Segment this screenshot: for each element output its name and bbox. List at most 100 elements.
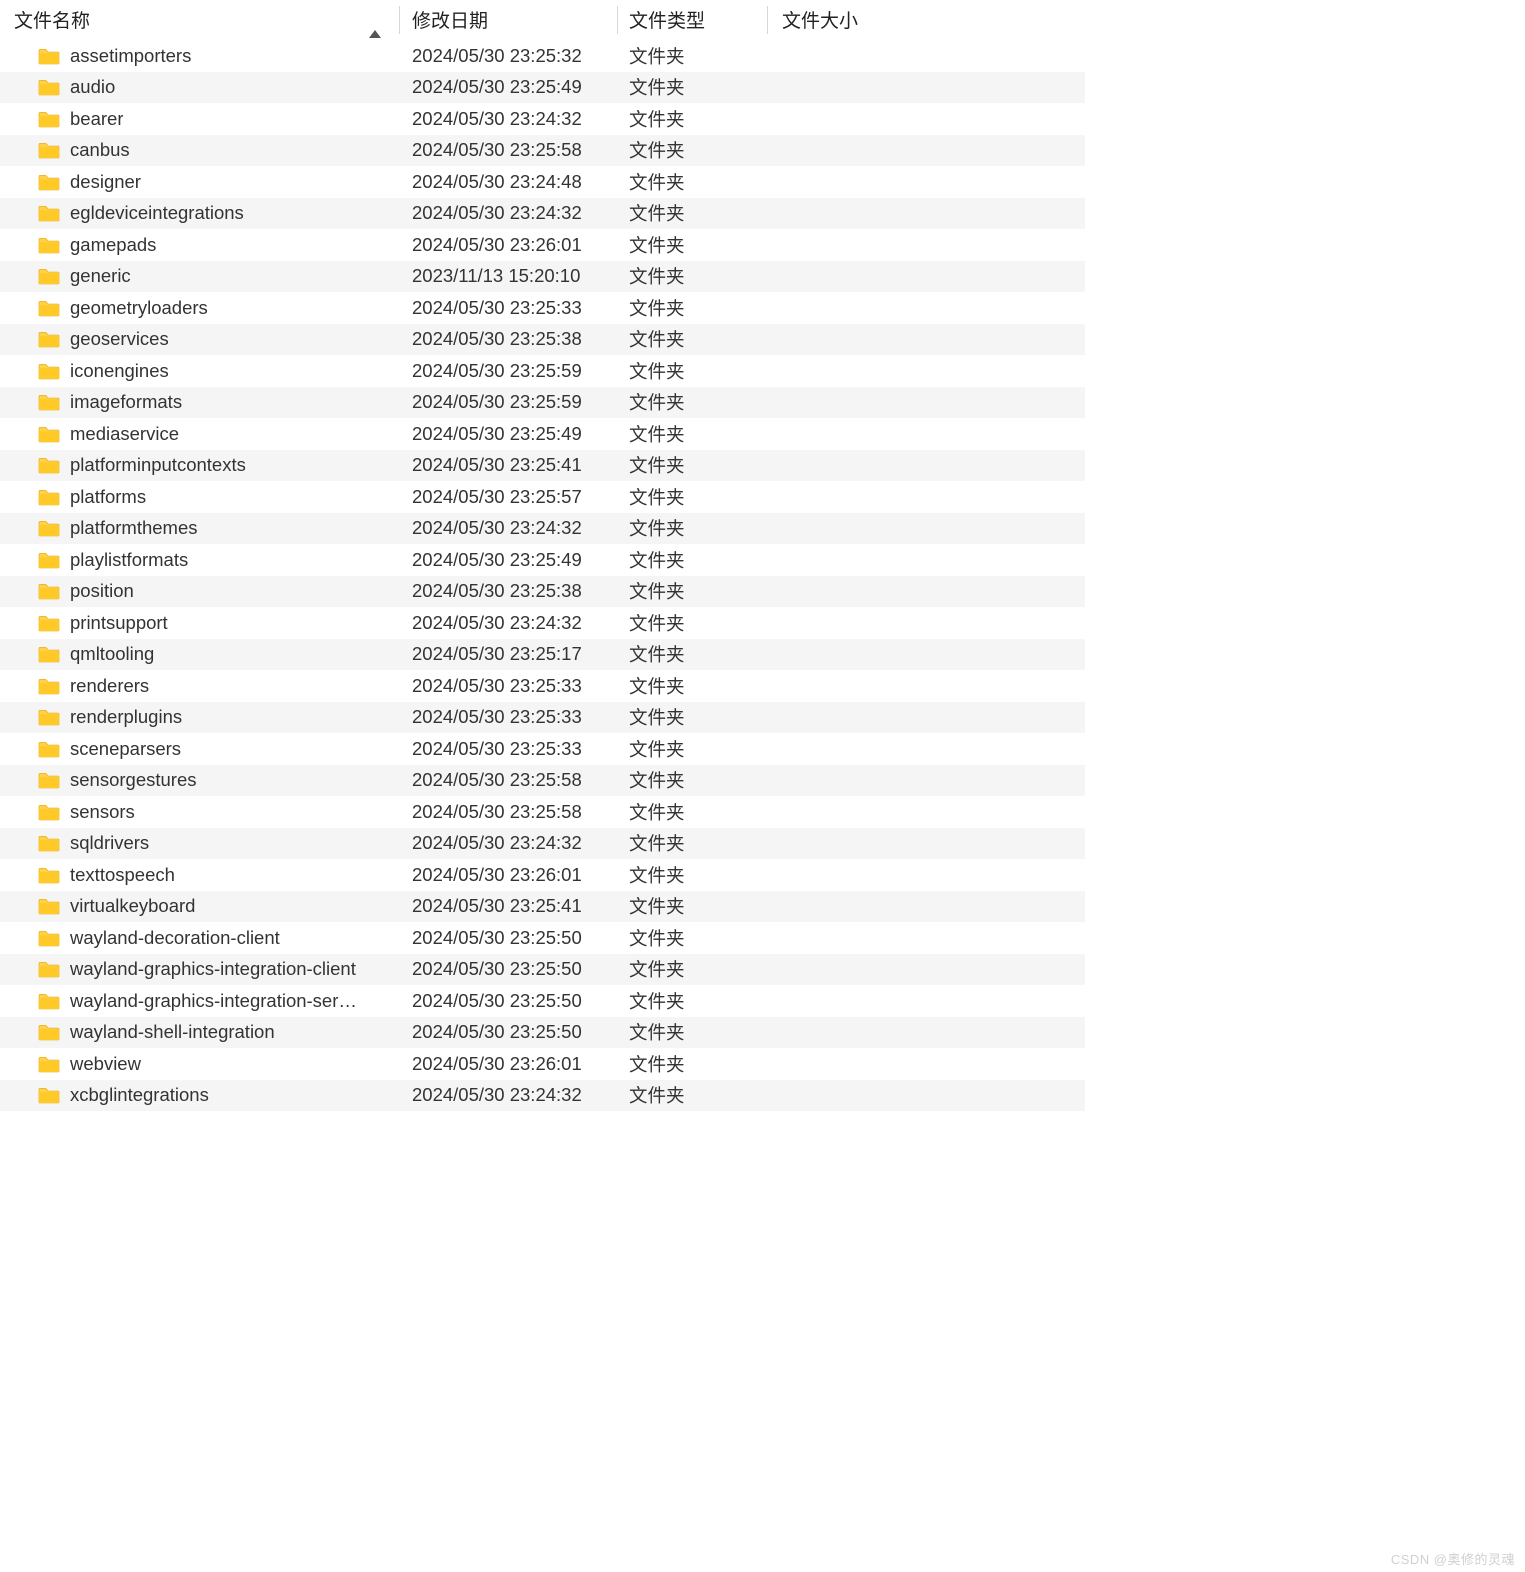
folder-icon	[38, 456, 60, 474]
table-row[interactable]: texttospeech 2024/05/30 23:26:01 文件夹	[0, 859, 1085, 891]
table-row[interactable]: sceneparsers 2024/05/30 23:25:33 文件夹	[0, 733, 1085, 765]
column-header-name[interactable]: 文件名称	[0, 6, 400, 34]
table-row[interactable]: assetimporters 2024/05/30 23:25:32 文件夹	[0, 40, 1085, 72]
cell-name: geometryloaders	[38, 297, 400, 319]
folder-icon	[38, 771, 60, 789]
table-row[interactable]: wayland-graphics-integration-ser… 2024/0…	[0, 985, 1085, 1017]
cell-name: wayland-decoration-client	[38, 927, 400, 949]
folder-icon	[38, 677, 60, 695]
table-row[interactable]: egldeviceintegrations 2024/05/30 23:24:3…	[0, 198, 1085, 230]
cell-name: egldeviceintegrations	[38, 202, 400, 224]
watermark: CSDN @奥修的灵魂	[1391, 1549, 1515, 1568]
file-name: sensors	[70, 801, 135, 823]
table-row[interactable]: webview 2024/05/30 23:26:01 文件夹	[0, 1048, 1085, 1080]
table-row[interactable]: geometryloaders 2024/05/30 23:25:33 文件夹	[0, 292, 1085, 324]
cell-date: 2023/11/13 15:20:10	[400, 265, 618, 287]
table-row[interactable]: position 2024/05/30 23:25:38 文件夹	[0, 576, 1085, 608]
table-row[interactable]: sensorgestures 2024/05/30 23:25:58 文件夹	[0, 765, 1085, 797]
file-name: platforminputcontexts	[70, 454, 246, 476]
cell-date: 2024/05/30 23:24:32	[400, 202, 618, 224]
cell-type: 文件夹	[618, 74, 768, 100]
table-row[interactable]: virtualkeyboard 2024/05/30 23:25:41 文件夹	[0, 891, 1085, 923]
cell-type: 文件夹	[618, 704, 768, 730]
folder-icon	[38, 425, 60, 443]
table-row[interactable]: sensors 2024/05/30 23:25:58 文件夹	[0, 796, 1085, 828]
file-name: webview	[70, 1053, 141, 1075]
cell-name: printsupport	[38, 612, 400, 634]
table-row[interactable]: platforminputcontexts 2024/05/30 23:25:4…	[0, 450, 1085, 482]
cell-type: 文件夹	[618, 421, 768, 447]
table-row[interactable]: gamepads 2024/05/30 23:26:01 文件夹	[0, 229, 1085, 261]
cell-name: wayland-graphics-integration-ser…	[38, 990, 400, 1012]
table-row[interactable]: platforms 2024/05/30 23:25:57 文件夹	[0, 481, 1085, 513]
table-row[interactable]: sqldrivers 2024/05/30 23:24:32 文件夹	[0, 828, 1085, 860]
cell-type: 文件夹	[618, 578, 768, 604]
table-row[interactable]: wayland-graphics-integration-client 2024…	[0, 954, 1085, 986]
folder-icon	[38, 708, 60, 726]
table-row[interactable]: qmltooling 2024/05/30 23:25:17 文件夹	[0, 639, 1085, 671]
cell-type: 文件夹	[618, 137, 768, 163]
folder-icon	[38, 897, 60, 915]
cell-type: 文件夹	[618, 358, 768, 384]
cell-type: 文件夹	[618, 610, 768, 636]
cell-type: 文件夹	[618, 547, 768, 573]
table-row[interactable]: canbus 2024/05/30 23:25:58 文件夹	[0, 135, 1085, 167]
cell-date: 2024/05/30 23:24:32	[400, 517, 618, 539]
cell-type: 文件夹	[618, 326, 768, 352]
table-row[interactable]: playlistformats 2024/05/30 23:25:49 文件夹	[0, 544, 1085, 576]
folder-icon	[38, 393, 60, 411]
table-row[interactable]: mediaservice 2024/05/30 23:25:49 文件夹	[0, 418, 1085, 450]
cell-name: assetimporters	[38, 45, 400, 67]
cell-date: 2024/05/30 23:25:33	[400, 738, 618, 760]
cell-type: 文件夹	[618, 1019, 768, 1045]
table-row[interactable]: printsupport 2024/05/30 23:24:32 文件夹	[0, 607, 1085, 639]
cell-name: bearer	[38, 108, 400, 130]
folder-icon	[38, 488, 60, 506]
table-row[interactable]: iconengines 2024/05/30 23:25:59 文件夹	[0, 355, 1085, 387]
file-name: iconengines	[70, 360, 169, 382]
cell-name: wayland-graphics-integration-client	[38, 958, 400, 980]
cell-date: 2024/05/30 23:25:38	[400, 328, 618, 350]
cell-date: 2024/05/30 23:24:32	[400, 1084, 618, 1106]
file-name: playlistformats	[70, 549, 188, 571]
cell-type: 文件夹	[618, 1082, 768, 1108]
cell-name: gamepads	[38, 234, 400, 256]
table-row[interactable]: generic 2023/11/13 15:20:10 文件夹	[0, 261, 1085, 293]
folder-icon	[38, 1055, 60, 1073]
cell-date: 2024/05/30 23:24:32	[400, 832, 618, 854]
folder-icon	[38, 614, 60, 632]
table-row[interactable]: wayland-shell-integration 2024/05/30 23:…	[0, 1017, 1085, 1049]
table-row[interactable]: bearer 2024/05/30 23:24:32 文件夹	[0, 103, 1085, 135]
table-row[interactable]: xcbglintegrations 2024/05/30 23:24:32 文件…	[0, 1080, 1085, 1112]
column-header-date[interactable]: 修改日期	[400, 6, 618, 34]
cell-name: virtualkeyboard	[38, 895, 400, 917]
file-name: platforms	[70, 486, 146, 508]
cell-date: 2024/05/30 23:25:49	[400, 549, 618, 571]
table-row[interactable]: imageformats 2024/05/30 23:25:59 文件夹	[0, 387, 1085, 419]
table-row[interactable]: wayland-decoration-client 2024/05/30 23:…	[0, 922, 1085, 954]
cell-date: 2024/05/30 23:25:38	[400, 580, 618, 602]
cell-date: 2024/05/30 23:25:33	[400, 706, 618, 728]
table-row[interactable]: platformthemes 2024/05/30 23:24:32 文件夹	[0, 513, 1085, 545]
table-row[interactable]: renderers 2024/05/30 23:25:33 文件夹	[0, 670, 1085, 702]
table-row[interactable]: designer 2024/05/30 23:24:48 文件夹	[0, 166, 1085, 198]
cell-type: 文件夹	[618, 956, 768, 982]
folder-icon	[38, 299, 60, 317]
file-name: gamepads	[70, 234, 156, 256]
table-row[interactable]: audio 2024/05/30 23:25:49 文件夹	[0, 72, 1085, 104]
table-row[interactable]: geoservices 2024/05/30 23:25:38 文件夹	[0, 324, 1085, 356]
folder-icon	[38, 173, 60, 191]
table-row[interactable]: renderplugins 2024/05/30 23:25:33 文件夹	[0, 702, 1085, 734]
cell-name: platforminputcontexts	[38, 454, 400, 476]
cell-name: designer	[38, 171, 400, 193]
cell-date: 2024/05/30 23:25:59	[400, 360, 618, 382]
cell-date: 2024/05/30 23:25:41	[400, 454, 618, 476]
cell-name: mediaservice	[38, 423, 400, 445]
file-list: 文件名称 修改日期 文件类型 文件大小 assetimporters 2024/…	[0, 0, 1085, 1111]
cell-date: 2024/05/30 23:25:50	[400, 927, 618, 949]
column-header-type[interactable]: 文件类型	[618, 6, 768, 34]
file-name: renderplugins	[70, 706, 182, 728]
column-header-size[interactable]: 文件大小	[768, 6, 1085, 34]
file-name: audio	[70, 76, 115, 98]
cell-date: 2024/05/30 23:26:01	[400, 1053, 618, 1075]
